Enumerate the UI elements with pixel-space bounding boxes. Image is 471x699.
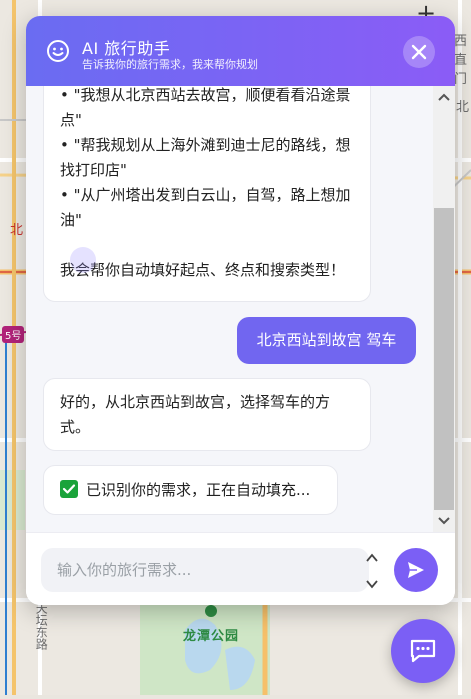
close-button[interactable]: [403, 36, 435, 68]
user-message: 北京西站到故宫 驾车: [237, 317, 416, 364]
send-icon: [408, 562, 424, 578]
map-label-road: 天坛东路: [34, 602, 49, 650]
bot-message-text: 好的，从北京西站到故宫，选择驾车的方式。: [60, 393, 331, 436]
message-input[interactable]: [41, 548, 369, 592]
check-mark-icon: [60, 480, 78, 498]
chat-panel: AI 旅行助手 告诉我你的旅行需求，我来帮你规划 • "我想从北京西站去故宫，顺…: [26, 16, 455, 605]
bot-message-spacer: [60, 233, 354, 258]
map-label-left-mid: 北: [10, 223, 24, 238]
map-label-right-mid: 北: [456, 100, 470, 115]
input-scroll-icon: [366, 553, 378, 589]
close-icon: [411, 44, 427, 60]
input-area: [26, 532, 455, 605]
map-metro-badge: 5号: [2, 326, 25, 343]
chat-bubble-icon: [410, 639, 436, 663]
bot-message-line: • "从广州塔出发到白云山，自驾，路上想加油": [60, 186, 351, 229]
map-label-top-right: 西直门: [454, 34, 468, 87]
chat-subtitle: 告诉我你的旅行需求，我来帮你规划: [82, 58, 258, 71]
send-button[interactable]: [394, 548, 438, 592]
chat-toggle-button[interactable]: [391, 619, 455, 683]
message-list[interactable]: • "我想从北京西站去故宫，顺便看看沿途景点" • "帮我规划从上海外滩到迪士尼…: [26, 86, 433, 532]
map-label-park: 龙潭公园: [183, 629, 240, 644]
bot-message: 好的，从北京西站到故宫，选择驾车的方式。: [43, 378, 371, 451]
input-scroll-arrows[interactable]: [365, 551, 379, 591]
bot-status-text: 已识别你的需求，正在自动填充...: [86, 481, 311, 499]
park-marker-icon: [205, 605, 217, 617]
bot-message: • "我想从北京西站去故宫，顺便看看沿途景点" • "帮我规划从上海外滩到迪士尼…: [43, 86, 371, 302]
message-scrollbar[interactable]: [433, 86, 455, 532]
bot-message-line: • "我想从北京西站去故宫，顺便看看沿途景点": [60, 86, 351, 129]
scroll-up-arrow-icon[interactable]: [433, 88, 455, 106]
chat-header: AI 旅行助手 告诉我你的旅行需求，我来帮你规划: [26, 16, 455, 86]
bot-message-line: 我会帮你自动填好起点、终点和搜索类型！: [60, 261, 346, 279]
cursor-highlight: [70, 247, 96, 273]
robot-face-icon: [46, 39, 70, 63]
scroll-down-arrow-icon[interactable]: [433, 512, 455, 530]
bot-message-line: • "帮我规划从上海外滩到迪士尼的路线，想找打印店": [60, 136, 351, 179]
scroll-thumb[interactable]: [434, 208, 454, 510]
bot-status-message: 已识别你的需求，正在自动填充...: [43, 465, 338, 515]
